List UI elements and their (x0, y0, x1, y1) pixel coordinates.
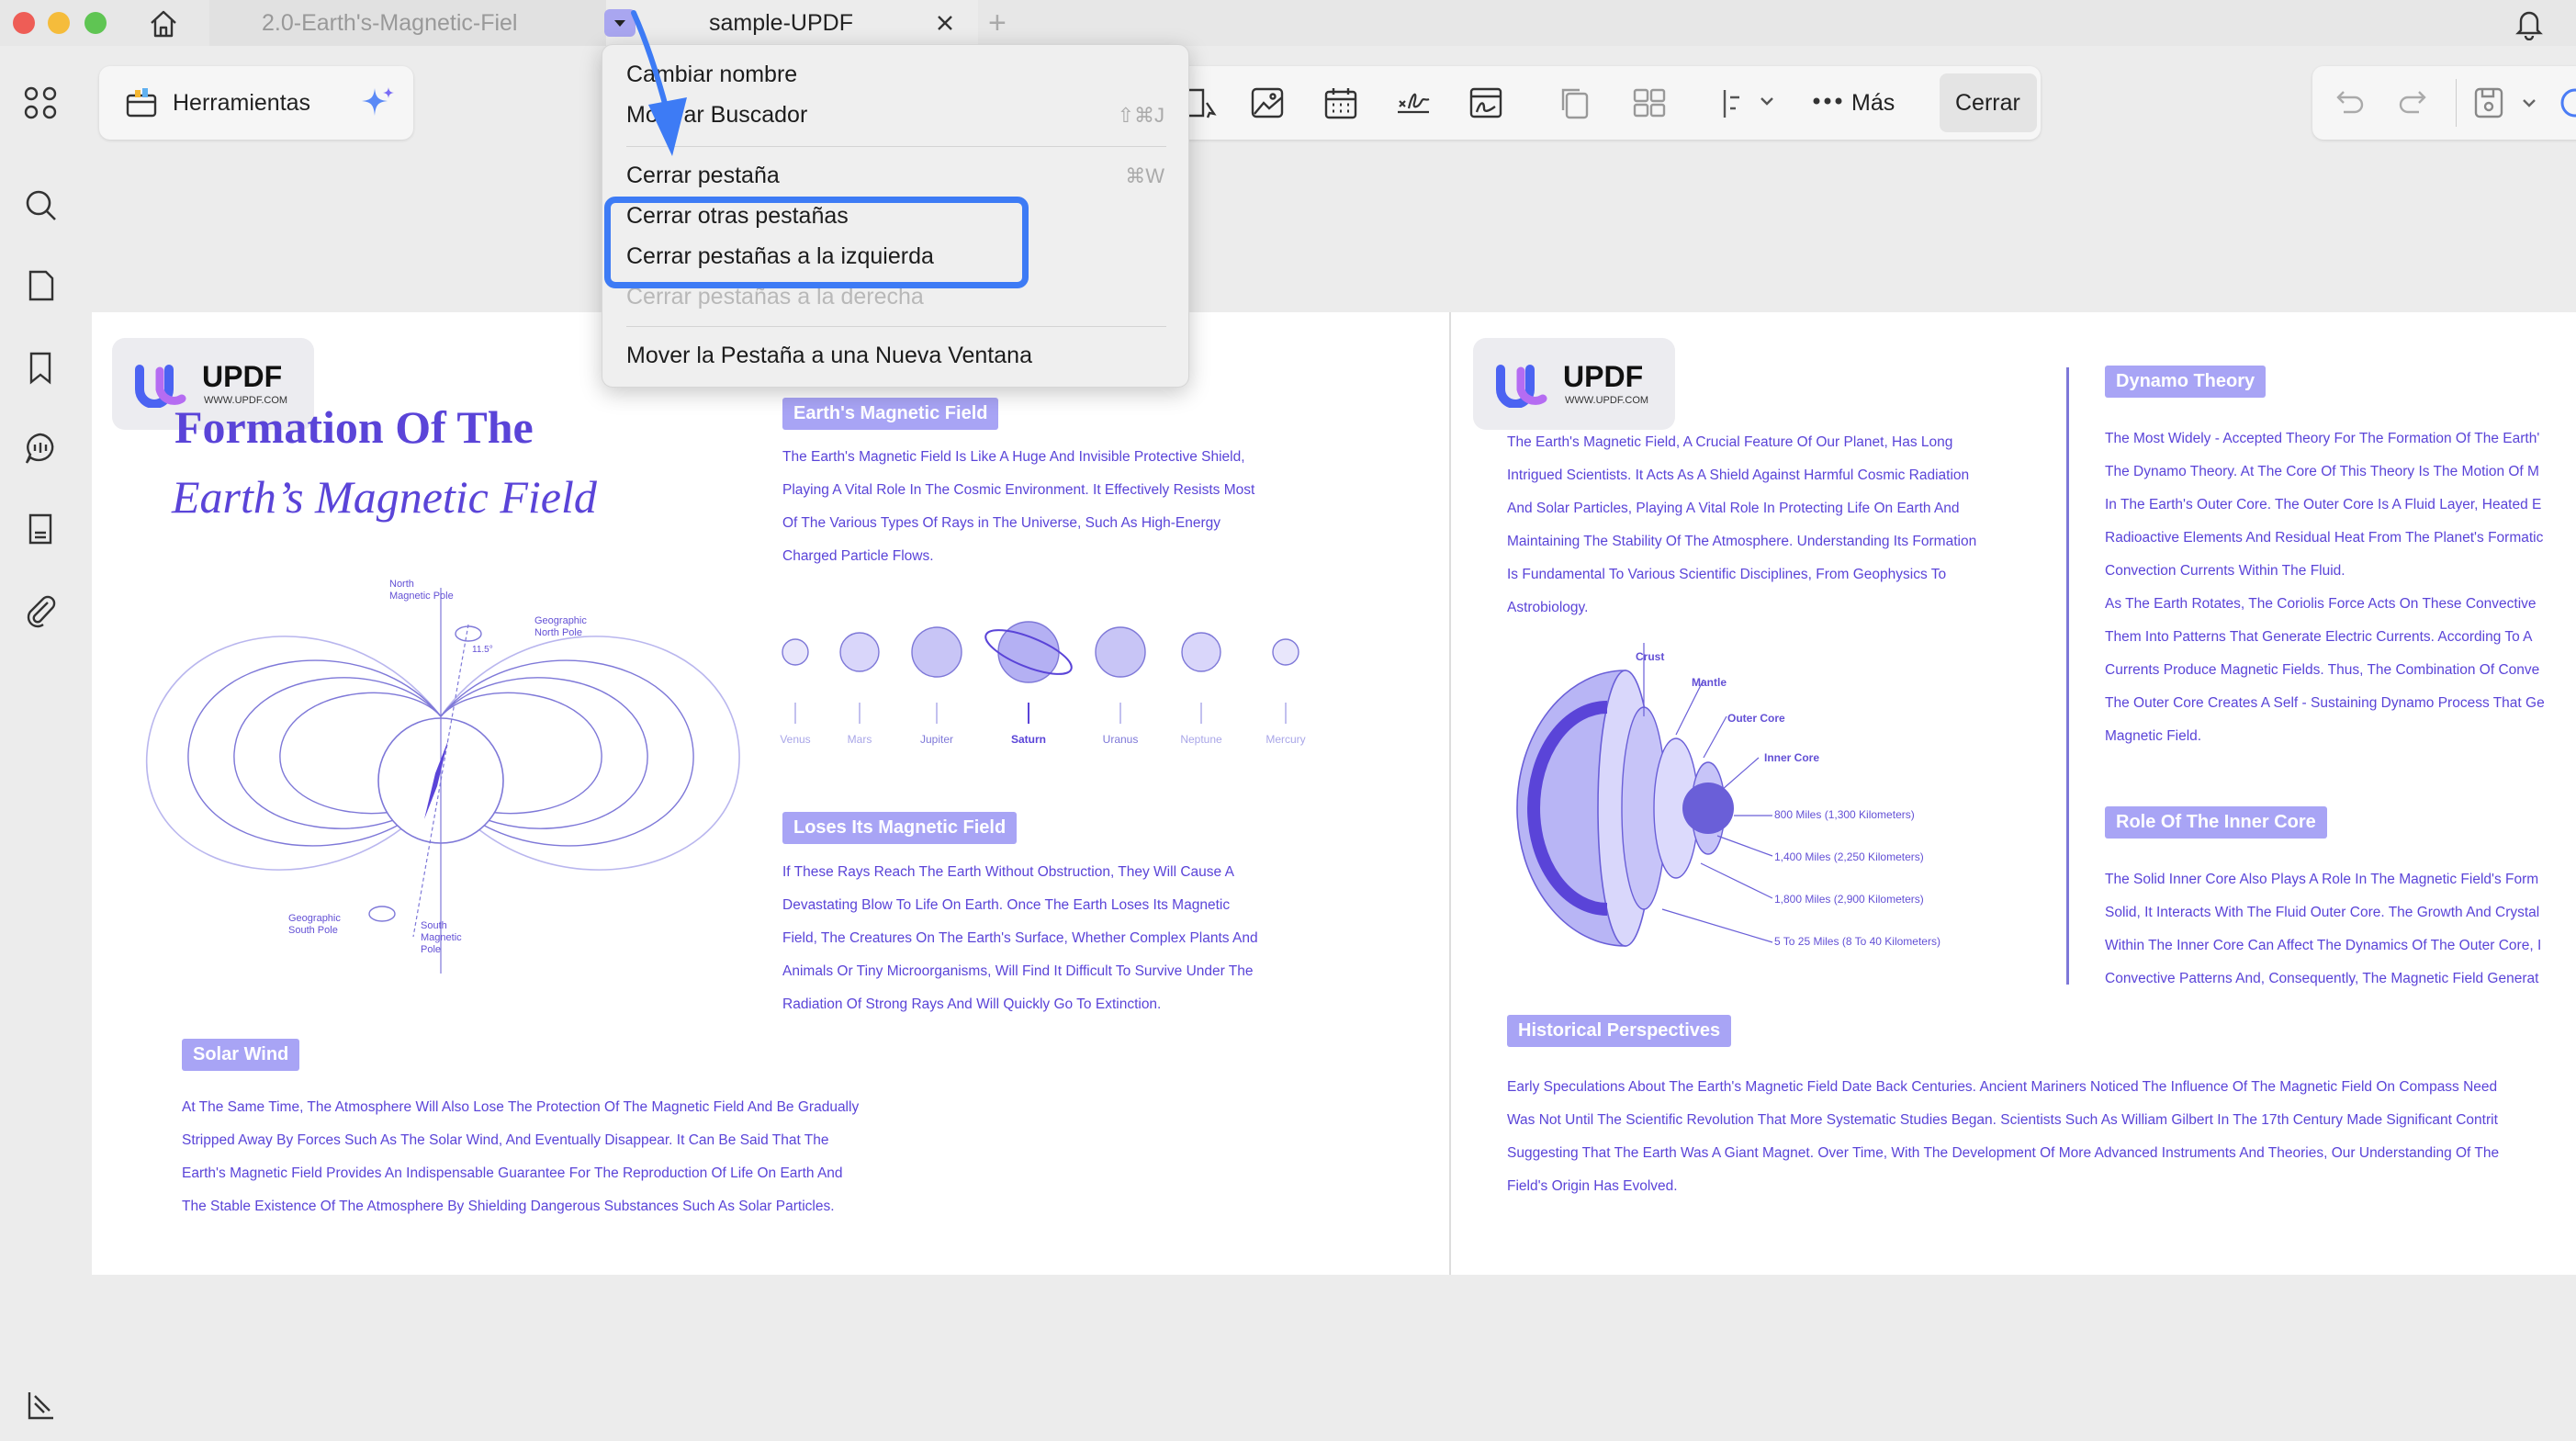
menu-item-mover-pestana[interactable]: Mover la Pestaña a una Nueva Ventana (626, 343, 1032, 369)
depth-label: 800 Miles (1,300 Kilometers) (1774, 808, 1915, 821)
earth-layers-diagram (1516, 643, 1773, 947)
solar-wind-heading: Solar Wind (182, 1039, 300, 1071)
updf-logo: UPDF WWW.UPDF.COM (1473, 338, 1675, 430)
minimize-window-button[interactable] (48, 12, 70, 34)
menu-separator (626, 326, 1166, 327)
planets-illustration (782, 621, 1299, 724)
undo-icon[interactable] (2331, 84, 2368, 121)
chevron-down-icon[interactable] (1758, 92, 1776, 110)
earths-field-heading: Earth's Magnetic Field (782, 398, 999, 430)
bookmark-icon[interactable] (22, 349, 59, 386)
logo-name: UPDF (1563, 360, 1644, 393)
earths-field-text: The Earth's Magnetic Field Is Like A Hug… (782, 449, 1255, 564)
ai-sparkle-icon[interactable] (360, 84, 397, 121)
menu-item-cerrar-pestana[interactable]: Cerrar pestaña (626, 163, 780, 189)
new-tab-button[interactable]: + (988, 6, 1007, 41)
form-field-icon[interactable] (1468, 84, 1504, 121)
comment-icon[interactable] (22, 430, 59, 467)
herramientas-button[interactable]: Herramientas (173, 90, 310, 117)
loses-field-heading: Loses Its Magnetic Field (782, 812, 1018, 844)
depth-label: 5 To 25 Miles (8 To 40 Kilometers) (1774, 935, 1940, 948)
north-magnetic-pole-label: North Magnetic Pole (389, 579, 454, 602)
grid-icon[interactable] (22, 84, 59, 121)
image-icon[interactable] (1249, 84, 1286, 121)
geographic-south-pole-label: Geographic South Pole (288, 913, 341, 936)
form-icon[interactable] (22, 511, 59, 547)
highlight-box (604, 197, 1029, 288)
bell-icon[interactable] (2512, 6, 2547, 40)
organize-pages-icon[interactable] (1631, 84, 1668, 121)
layer-label: Crust (1636, 650, 1665, 663)
historical-heading: Historical Perspectives (1507, 1015, 1732, 1047)
logo-name: UPDF (202, 360, 283, 393)
layer-label: Inner Core (1764, 751, 1820, 764)
zoom-window-button[interactable] (84, 12, 107, 34)
align-icon[interactable] (1719, 84, 1756, 121)
redo-icon[interactable] (2395, 84, 2432, 121)
inner-core-text: The Solid Inner Core Also Plays A Role I… (2105, 872, 2542, 986)
page-title: Formation Of The (174, 401, 534, 453)
planet-label: Saturn (1010, 733, 1046, 746)
attachment-icon[interactable] (22, 591, 59, 628)
annotation-arrow-icon (631, 10, 687, 156)
geographic-north-pole-label: Geographic North Pole (534, 615, 587, 638)
page-subtitle: Earth’s Magnetic Field (172, 471, 597, 523)
chevron-down-icon[interactable] (2520, 94, 2538, 112)
tab-label: 2.0-Earth's-Magnetic-Fiel (262, 10, 518, 36)
column-divider (2066, 367, 2069, 985)
toolbox-icon[interactable] (123, 84, 160, 121)
depth-label: 1,800 Miles (2,900 Kilometers) (1774, 893, 1924, 906)
shortcut-label: ⌘W (1125, 164, 1164, 187)
search-icon[interactable] (22, 186, 59, 223)
dynamo-theory-text: The Most Widely - Accepted Theory For Th… (2105, 431, 2545, 744)
south-magnetic-pole-label: South Magnetic Pole (421, 920, 462, 955)
planet-label: Jupiter (919, 733, 954, 746)
cerrar-label: Cerrar (1955, 90, 2020, 116)
left-sidebar (0, 46, 92, 1441)
planet-label: Mercury (1266, 733, 1306, 746)
mas-button[interactable]: Más (1851, 90, 1895, 117)
tab-label: sample-UPDF (709, 10, 853, 36)
layer-label: Outer Core (1727, 712, 1785, 725)
page-divider (1449, 312, 1451, 1275)
divider (2456, 79, 2457, 127)
loses-field-text: If These Rays Reach The Earth Without Ob… (782, 864, 1258, 1012)
page-icon[interactable] (22, 267, 59, 304)
close-tab-icon[interactable] (933, 11, 957, 35)
intro-text: The Earth's Magnetic Field, A Crucial Fe… (1507, 434, 1977, 615)
home-icon[interactable] (147, 7, 180, 40)
angle-label: 11.5° (472, 645, 493, 655)
updf-logo-icon (1496, 365, 1547, 408)
signature-icon[interactable] (1394, 84, 1431, 121)
planet-label: Venus (780, 733, 811, 746)
shortcut-label: ⇧⌘J (1117, 104, 1164, 127)
layer-label: Mantle (1692, 676, 1727, 689)
close-window-button[interactable] (13, 12, 35, 34)
solar-wind-text: At The Same Time, The Atmosphere Will Al… (182, 1099, 860, 1214)
planet-label: Uranus (1102, 733, 1139, 746)
logo-url: WWW.UPDF.COM (1565, 395, 1649, 406)
planet-label: Mars (847, 733, 872, 746)
layers-icon[interactable] (22, 1387, 59, 1424)
edit-toolbar (1176, 66, 2041, 140)
menu-separator (626, 146, 1166, 147)
more-icon[interactable] (1811, 92, 1844, 110)
dynamo-theory-heading: Dynamo Theory (2105, 366, 2267, 398)
historical-text: Early Speculations About The Earth's Mag… (1507, 1079, 2500, 1194)
copy-page-icon[interactable] (1556, 84, 1592, 121)
share-icon[interactable] (2557, 84, 2576, 121)
depth-label: 1,400 Miles (2,250 Kilometers) (1774, 850, 1924, 863)
planet-label: Neptune (1180, 733, 1222, 746)
save-icon[interactable] (2470, 84, 2507, 121)
inner-core-heading: Role Of The Inner Core (2105, 806, 2327, 839)
calendar-icon[interactable] (1322, 84, 1359, 121)
